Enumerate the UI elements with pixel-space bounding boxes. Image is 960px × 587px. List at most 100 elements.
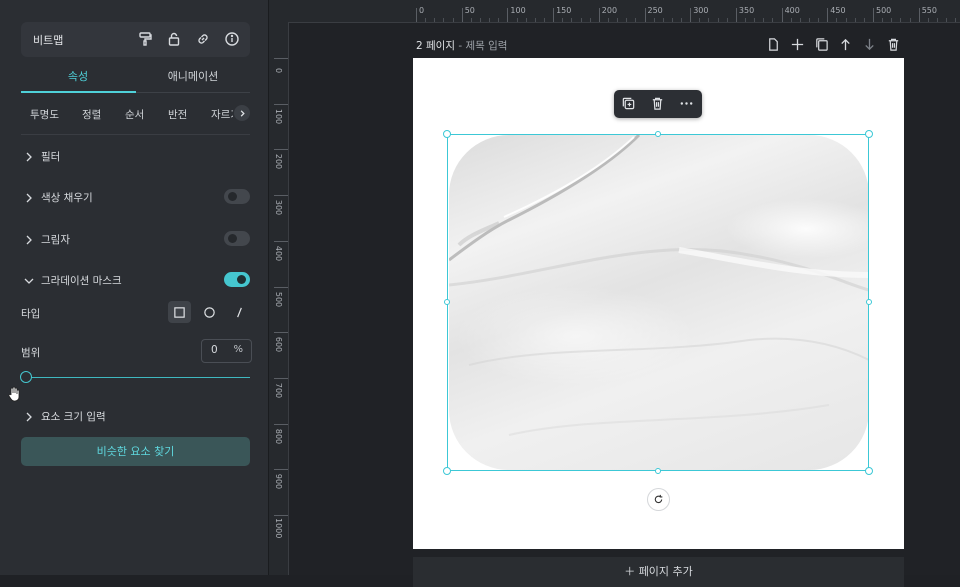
filter-section[interactable]: 필터 [21, 146, 250, 166]
ruler-minor-tick [662, 18, 664, 22]
gradient-mask-section[interactable]: 그라데이션 마스크 [21, 270, 250, 290]
resize-handle-right[interactable] [866, 299, 872, 305]
ruler-label: 350 [738, 6, 755, 15]
trash-icon[interactable] [886, 37, 901, 52]
gradient-mask-toggle[interactable] [224, 272, 250, 287]
ruler-corner [269, 0, 289, 23]
selection-box[interactable] [447, 134, 869, 471]
arrow-down-icon[interactable] [862, 37, 877, 52]
ruler-minor-tick [799, 18, 801, 22]
element-size-section[interactable]: 요소 크기 입력 [21, 406, 250, 426]
square-icon[interactable] [168, 301, 191, 323]
resize-handle-bottom[interactable] [655, 468, 661, 474]
ruler-minor-tick [425, 18, 427, 22]
resize-handle-top-right[interactable] [865, 130, 873, 138]
ruler-minor-tick [936, 18, 938, 22]
add-page-button[interactable]: ＋ 페이지 추가 [413, 557, 904, 587]
horizontal-ruler: 0 50 100 150 200 250 300 350 400 450 500 550 [288, 0, 960, 23]
ruler-tick [461, 8, 463, 22]
new-page-icon[interactable] [766, 37, 781, 52]
arrow-up-icon[interactable] [838, 37, 853, 52]
link-icon[interactable] [195, 31, 211, 47]
ruler-minor-tick [809, 18, 811, 22]
ruler-minor-tick [470, 18, 472, 22]
ruler-label: 400 [784, 6, 800, 15]
shadow-section[interactable]: 그림자 [21, 229, 250, 249]
vertical-ruler: 0 100 200 300 400 500 600 700 800 900 1000 [269, 22, 289, 575]
ruler-tick [274, 286, 288, 288]
ruler-minor-tick [955, 18, 957, 22]
ruler-tick [416, 8, 417, 22]
shadow-toggle[interactable] [224, 231, 250, 246]
find-similar-button[interactable]: 비슷한 요소 찾기 [21, 437, 250, 466]
range-value: 0 [211, 344, 218, 356]
resize-handle-bottom-left[interactable] [443, 467, 451, 475]
active-tab-indicator [21, 91, 136, 93]
ruler-tick [507, 8, 509, 22]
range-input[interactable]: 0 % [201, 339, 252, 363]
color-fill-toggle[interactable] [224, 189, 250, 204]
subtab-crop[interactable]: 자르기 [211, 107, 233, 122]
ruler-minor-tick [516, 18, 518, 22]
properties-panel: 비트맵 속성 애니메이션 투명도 정렬 순서 반전 자르기 [0, 0, 269, 575]
hand-cursor-icon [7, 386, 21, 402]
info-icon[interactable] [224, 31, 240, 47]
ruler-minor-tick [479, 18, 481, 22]
tab-animation[interactable]: 애니메이션 [136, 68, 250, 84]
type-label: 타입 [21, 308, 41, 320]
subtab-flip[interactable]: 반전 [168, 107, 187, 122]
divider [21, 134, 250, 135]
ruler-tick [781, 8, 783, 22]
ruler-label: 800 [274, 428, 283, 444]
subtab-order[interactable]: 순서 [125, 107, 144, 122]
plus-icon: ＋ [624, 565, 639, 578]
range-slider-track[interactable] [27, 377, 250, 378]
resize-handle-left[interactable] [444, 299, 450, 305]
rotate-handle[interactable] [647, 488, 670, 511]
color-fill-section[interactable]: 색상 채우기 [21, 187, 250, 207]
range-slider-thumb[interactable] [20, 371, 32, 383]
ruler-minor-tick [790, 18, 792, 22]
unlock-icon[interactable] [166, 31, 182, 47]
ruler-minor-tick [562, 18, 564, 22]
ruler-label: 100 [510, 6, 526, 15]
ruler-label: 100 [274, 108, 283, 124]
range-unit: % [233, 344, 243, 355]
ruler-tick [274, 377, 288, 379]
element-header-card: 비트맵 [21, 22, 250, 57]
resize-handle-bottom-right[interactable] [865, 467, 873, 475]
ruler-minor-tick [671, 18, 673, 22]
ruler-label: 1000 [274, 518, 283, 539]
ruler-label: 200 [601, 6, 618, 15]
duplicate-element-icon[interactable] [621, 96, 637, 112]
ruler-tick [274, 469, 288, 471]
ruler-minor-tick [589, 18, 591, 22]
ruler-tick [274, 332, 288, 334]
ruler-minor-tick [845, 18, 847, 22]
delete-element-icon[interactable] [650, 96, 666, 112]
range-label: 범위 [21, 347, 41, 359]
subtab-align[interactable]: 정렬 [82, 107, 101, 122]
subtab-opacity[interactable]: 투명도 [30, 107, 59, 122]
ruler-label: 300 [693, 6, 709, 15]
paint-roller-icon[interactable] [137, 31, 153, 47]
chevron-right-icon [23, 189, 35, 203]
ruler-minor-tick [717, 18, 719, 22]
line-icon[interactable] [228, 301, 251, 323]
resize-handle-top-left[interactable] [443, 130, 451, 138]
chevron-right-icon[interactable] [234, 105, 250, 121]
plus-icon[interactable] [790, 37, 805, 52]
ruler-label: 900 [274, 474, 283, 490]
page-title-input[interactable]: 제목 입력 [465, 40, 507, 52]
property-subtabs: 투명도 정렬 순서 반전 자르기 [21, 104, 250, 124]
ruler-tick [274, 423, 288, 425]
ruler-minor-tick [617, 18, 619, 22]
ruler-minor-tick [534, 18, 536, 22]
circle-icon[interactable] [198, 301, 221, 323]
more-options-icon[interactable] [679, 96, 695, 112]
tab-properties[interactable]: 속성 [21, 68, 135, 84]
duplicate-icon[interactable] [814, 37, 829, 52]
resize-handle-top[interactable] [655, 131, 661, 137]
ruler-tick [274, 195, 288, 197]
canvas-area: 0 50 100 150 200 250 300 350 400 450 500 550 0 100 20… [269, 0, 960, 587]
